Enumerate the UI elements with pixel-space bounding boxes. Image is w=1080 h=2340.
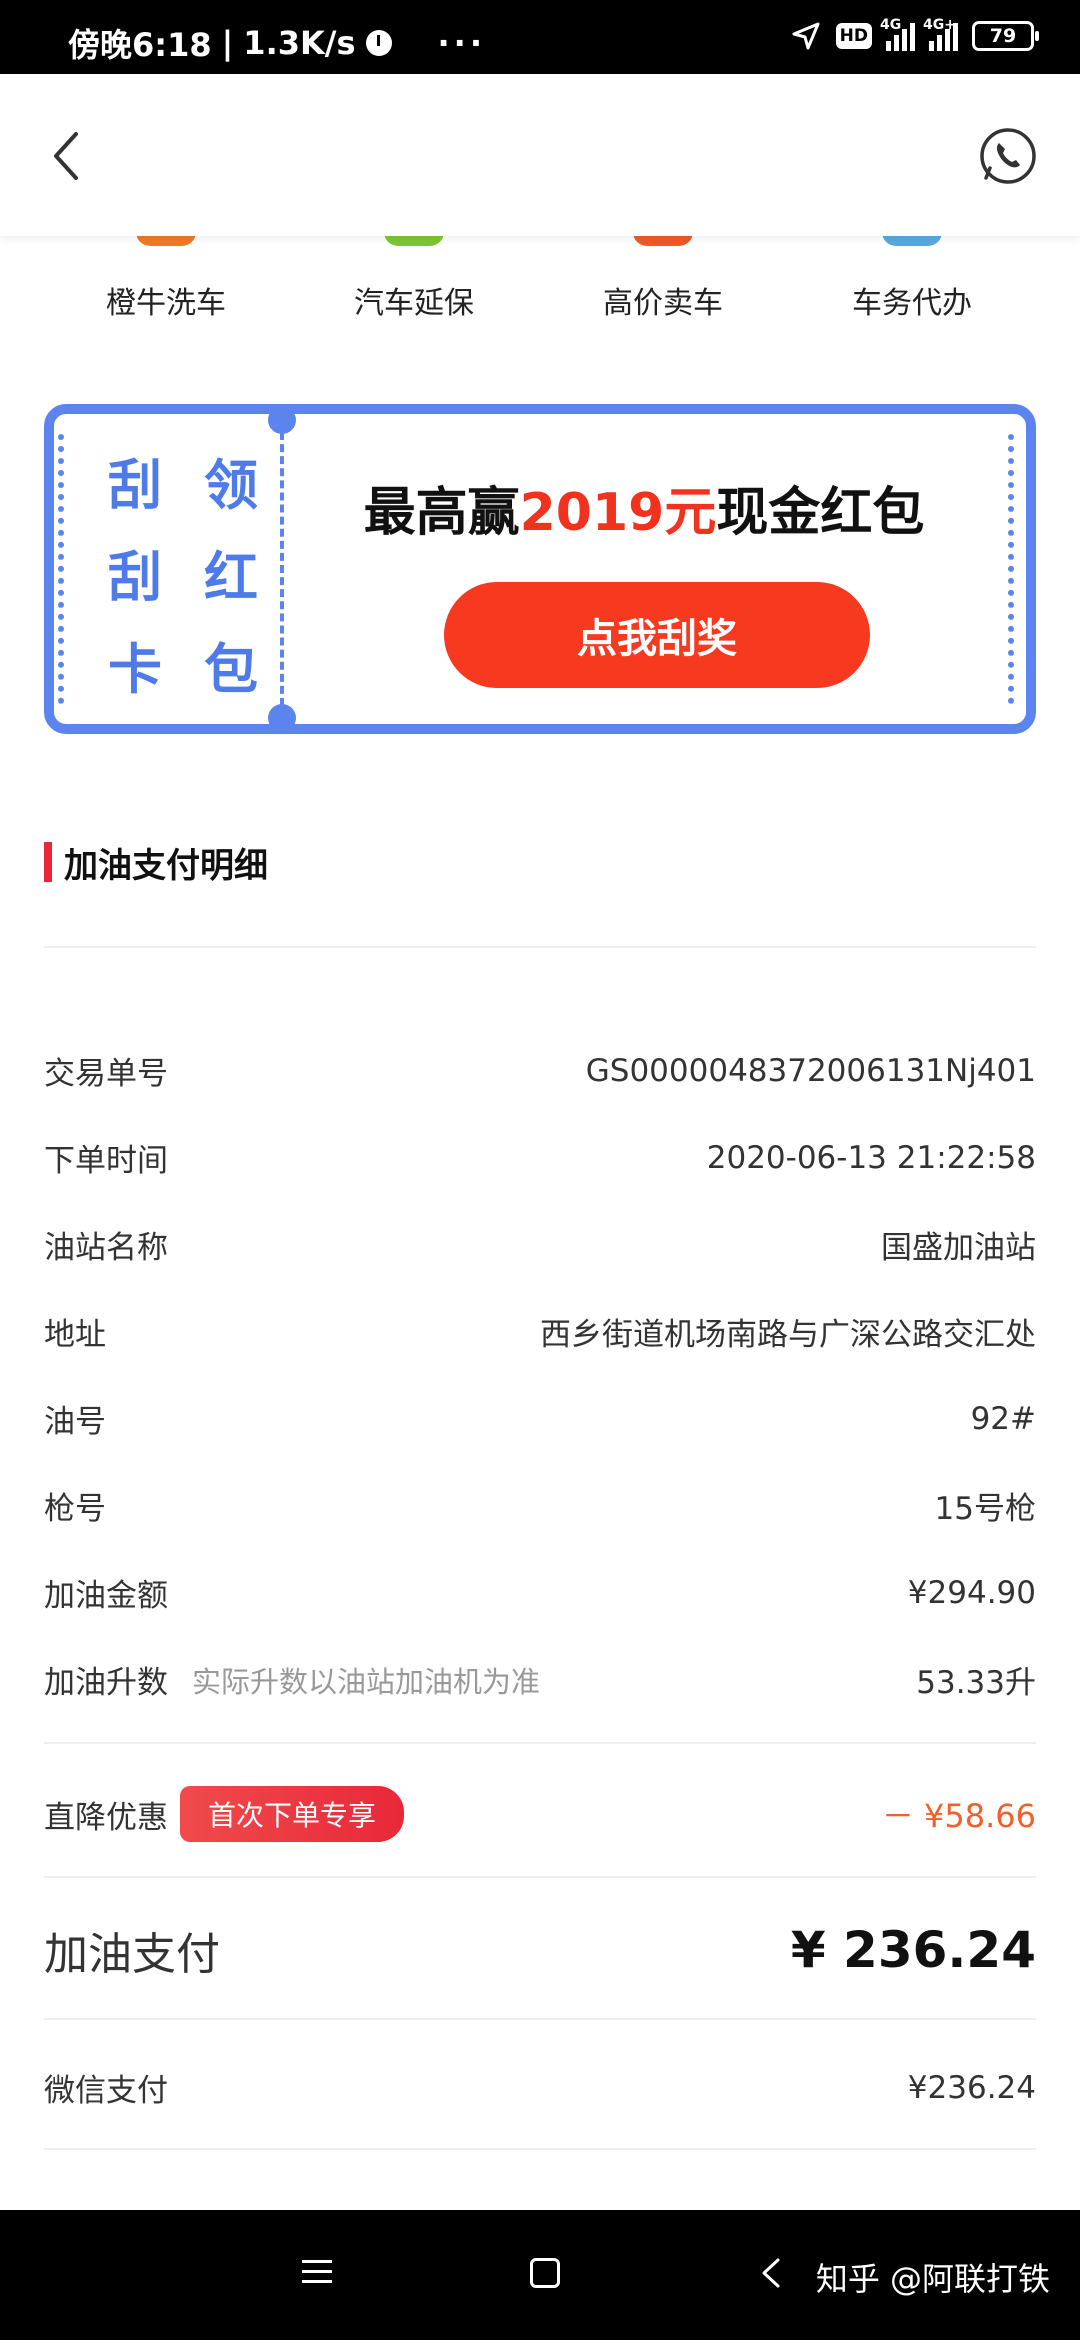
payment-method-row: 微信支付 ¥236.24 (44, 2069, 1036, 2110)
chevron-left-icon[interactable] (42, 126, 92, 186)
total-value: ¥ 236.24 (790, 1921, 1036, 1979)
service-agency[interactable]: 车务代办 (822, 232, 1002, 322)
divider (44, 2018, 1036, 2020)
service-warranty[interactable]: 汽车延保 (324, 232, 504, 322)
home-icon[interactable] (530, 2258, 560, 2288)
detail-row-fuel-grade: 油号 92# (44, 1400, 1036, 1441)
detail-row-order-no: 交易单号 GS0000048372006131Nj401 (44, 1052, 1036, 1093)
service-shortcuts: 橙牛洗车 汽车延保 高价卖车 车务代办 (0, 232, 1080, 336)
section-title: 加油支付明细 (44, 842, 268, 886)
watermark: 知乎 @阿联打铁 (815, 2260, 1050, 2298)
back-icon[interactable] (760, 2256, 782, 2290)
scratch-card-banner[interactable]: 刮 领 刮 红 卡 包 最高赢2019元现金红包 点我刮奖 (44, 404, 1036, 734)
divider (44, 1876, 1036, 1878)
status-left: 傍晚6:18 | 1.3K/s ··· (68, 20, 486, 66)
hd-icon: HD (835, 23, 872, 49)
status-right: HD 4G 4G+ 79 (790, 17, 1039, 52)
divider (44, 2148, 1036, 2150)
divider (44, 946, 1036, 948)
total-row: 加油支付 ¥ 236.24 (44, 1918, 1036, 1982)
status-bar: 傍晚6:18 | 1.3K/s ··· HD 4G 4G+ 79 (0, 0, 1080, 74)
detail-row-amount: 加油金额 ¥294.90 (44, 1574, 1036, 1615)
discount-row: 直降优惠 首次下单专享 － ¥58.66 (44, 1786, 1036, 1842)
more-notifications-icon: ··· (437, 24, 486, 62)
detail-row-order-time: 下单时间 2020-06-13 21:22:58 (44, 1139, 1036, 1180)
section-accent-bar (44, 842, 52, 882)
app-header (0, 74, 1080, 236)
signal-icon-1: 4G (880, 17, 915, 51)
system-nav-bar: 知乎 @阿联打铁 (0, 2210, 1080, 2340)
liters-note: 实际升数以油站加油机为准 (192, 1664, 541, 1699)
phone-call-icon[interactable] (978, 126, 1038, 186)
location-arrow-icon (792, 22, 820, 50)
status-time: 傍晚6:18 (68, 26, 212, 64)
detail-row-liters: 加油升数 实际升数以油站加油机为准 53.33升 (44, 1657, 1036, 1702)
battery-icon: 79 (972, 21, 1039, 51)
alarm-clock-icon (365, 30, 392, 56)
discount-value: － ¥58.66 (881, 1797, 1036, 1835)
divider (44, 1742, 1036, 1744)
signal-icon-2: 4G+ (923, 17, 958, 51)
status-speed: 1.3K/s (243, 24, 356, 62)
menu-icon[interactable] (302, 2260, 332, 2290)
promo-title: 最高赢2019元现金红包 (363, 483, 925, 543)
scratch-prize-button[interactable]: 点我刮奖 (444, 582, 870, 688)
first-order-badge: 首次下单专享 (180, 1786, 405, 1842)
service-wash[interactable]: 橙牛洗车 (76, 232, 256, 322)
detail-row-station: 油站名称 国盛加油站 (44, 1230, 1036, 1266)
battery-level: 79 (989, 25, 1017, 47)
detail-row-nozzle: 枪号 15号枪 (44, 1491, 1036, 1527)
service-sell-car[interactable]: 高价卖车 (573, 232, 753, 322)
promo-side-text: 刮 领 刮 红 卡 包 (108, 454, 258, 701)
detail-row-address: 地址 西乡街道机场南路与广深公路交汇处 (44, 1317, 1036, 1353)
total-label: 加油支付 (44, 1929, 220, 1980)
